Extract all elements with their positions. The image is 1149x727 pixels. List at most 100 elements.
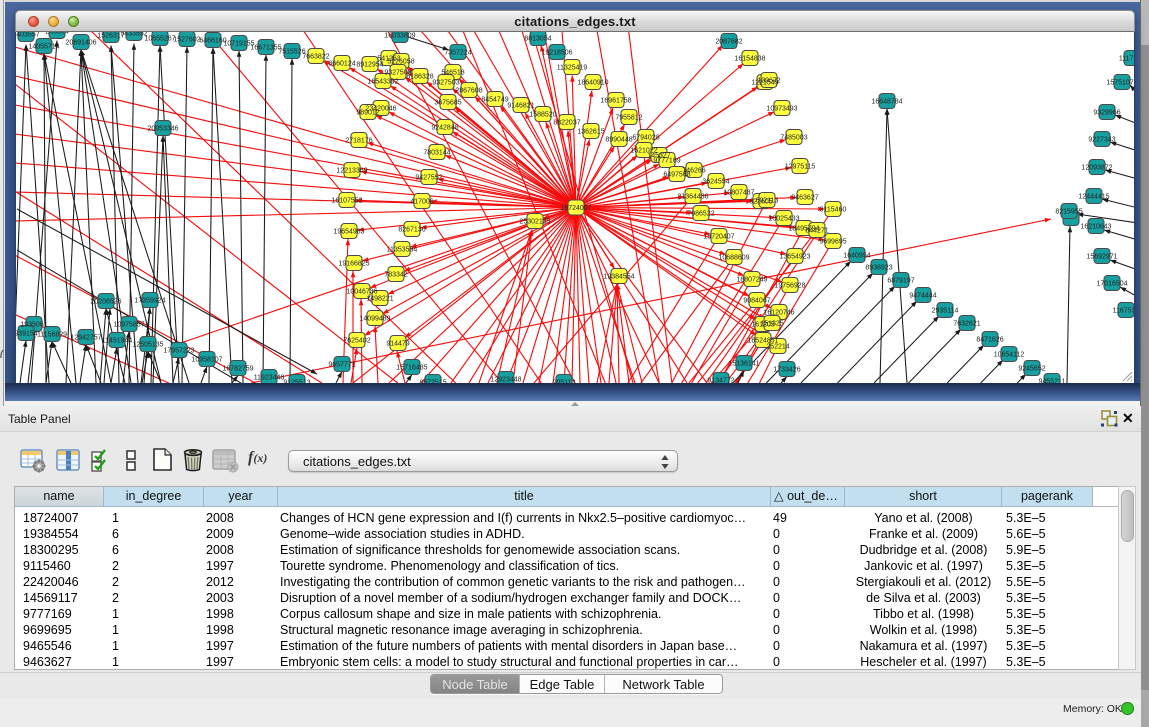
svg-text:10975857: 10975857 (113, 322, 144, 329)
svg-text:10046736: 10046736 (346, 289, 377, 296)
svg-text:8186328: 8186328 (406, 74, 433, 81)
svg-text:2867608: 2867608 (455, 88, 482, 95)
svg-text:8990448: 8990448 (605, 137, 632, 144)
svg-text:151325: 151325 (760, 321, 783, 328)
svg-text:9084067: 9084067 (743, 298, 770, 305)
svg-text:8660124: 8660124 (328, 61, 355, 68)
svg-text:18640910: 18640910 (577, 80, 608, 87)
svg-text:2718176: 2718176 (345, 138, 372, 145)
svg-text:17016504: 17016504 (1096, 281, 1127, 288)
svg-text:9115460: 9115460 (820, 207, 847, 214)
svg-text:1733426: 1733426 (773, 367, 800, 374)
svg-text:8471626: 8471626 (976, 337, 1003, 344)
svg-text:8215955: 8215955 (1055, 209, 1082, 216)
svg-text:8912954: 8912954 (356, 62, 383, 69)
svg-text:8813054: 8813054 (524, 36, 551, 43)
svg-text:19756928: 19756928 (774, 283, 805, 290)
svg-text:7803144: 7803144 (423, 150, 450, 157)
svg-text:20691406: 20691406 (65, 40, 96, 47)
svg-text:17359924: 17359924 (134, 298, 165, 305)
svg-text:16107552: 16107552 (331, 198, 362, 205)
svg-text:7955812: 7955812 (615, 115, 642, 122)
svg-text:6794028: 6794028 (632, 135, 659, 142)
svg-text:9227343: 9227343 (1088, 137, 1115, 144)
svg-text:8322037: 8322037 (553, 120, 580, 127)
svg-text:19384554: 19384554 (603, 274, 634, 281)
svg-text:139672: 139672 (757, 78, 780, 85)
svg-text:252214: 252214 (766, 344, 789, 351)
svg-text:2935114: 2935114 (932, 308, 959, 315)
svg-text:12444415: 12444415 (1078, 194, 1109, 201)
svg-text:9242848: 9242848 (431, 125, 458, 132)
svg-text:9657771: 9657771 (328, 362, 355, 369)
svg-text:12505135: 12505135 (132, 342, 163, 349)
svg-text:19654983: 19654983 (333, 229, 364, 236)
svg-text:844271: 844271 (805, 228, 828, 235)
svg-text:602113: 602113 (756, 198, 779, 205)
svg-text:10807487: 10807487 (723, 190, 754, 197)
svg-text:16210643: 16210643 (1080, 224, 1111, 231)
svg-text:417006: 417006 (410, 199, 433, 206)
svg-text:9699695: 9699695 (819, 239, 846, 246)
svg-text:9146821: 9146821 (507, 103, 534, 110)
svg-text:18807249: 18807249 (736, 277, 767, 284)
svg-text:6879197: 6879197 (887, 278, 914, 285)
svg-text:1362615: 1362615 (577, 129, 604, 136)
svg-text:9329966: 9329966 (1093, 110, 1120, 117)
svg-text:11923448: 11923448 (254, 375, 285, 382)
svg-text:3675685: 3675685 (434, 100, 461, 107)
svg-text:16782759: 16782759 (222, 366, 253, 373)
svg-text:15751074: 15751074 (1106, 80, 1135, 87)
svg-text:10958107: 10958107 (191, 357, 222, 364)
svg-text:783342: 783342 (384, 272, 407, 279)
svg-text:21364436: 21364436 (677, 194, 708, 201)
svg-text:1117293: 1117293 (1119, 56, 1135, 63)
svg-text:10655267: 10655267 (144, 36, 175, 43)
svg-text:11451944: 11451944 (102, 338, 133, 345)
svg-text:3624554: 3624554 (702, 179, 729, 186)
svg-text:16033809: 16033809 (384, 33, 415, 40)
svg-text:203394: 203394 (45, 32, 68, 36)
svg-text:7625402: 7625402 (343, 338, 370, 345)
svg-text:939154: 939154 (16, 331, 38, 338)
svg-text:914479: 914479 (386, 341, 409, 348)
svg-text:15716485: 15716485 (396, 365, 427, 372)
svg-text:989012: 989012 (356, 110, 379, 117)
svg-text:8454749: 8454749 (481, 97, 508, 104)
svg-text:17957223: 17957223 (163, 348, 194, 355)
svg-text:12093872: 12093872 (1081, 165, 1112, 172)
svg-text:25302135: 25302135 (519, 219, 550, 226)
svg-text:7357224: 7357224 (444, 50, 471, 57)
svg-text:12213369: 12213369 (336, 168, 367, 175)
svg-text:7485003: 7485003 (780, 135, 807, 142)
svg-text:13654923: 13654923 (779, 254, 810, 261)
svg-text:9327503: 9327503 (432, 80, 459, 87)
svg-text:1935061: 1935061 (20, 322, 47, 329)
svg-text:9777169: 9777169 (653, 158, 680, 165)
svg-text:1588520: 1588520 (529, 112, 556, 119)
svg-text:20206526: 20206526 (90, 299, 121, 306)
svg-text:19166825: 19166825 (338, 261, 369, 268)
svg-text:18724007: 18724007 (560, 205, 591, 212)
svg-text:16154838: 16154838 (734, 56, 765, 63)
svg-text:16671355: 16671355 (250, 45, 281, 52)
svg-text:12975115: 12975115 (785, 164, 816, 171)
svg-text:11353594: 11353594 (387, 247, 418, 254)
svg-text:14055714: 14055714 (28, 44, 59, 51)
svg-text:7986522: 7986522 (687, 211, 714, 218)
svg-text:16543392: 16543392 (367, 79, 398, 86)
svg-text:1167534: 1167534 (1113, 308, 1135, 315)
svg-text:9427552: 9427552 (415, 175, 442, 182)
svg-text:12942757: 12942757 (70, 335, 101, 342)
svg-text:10654112: 10654112 (994, 352, 1025, 359)
svg-text:15692971: 15692971 (1086, 254, 1117, 261)
svg-text:8267130: 8267130 (398, 227, 425, 234)
svg-text:2087682: 2087682 (715, 39, 742, 46)
svg-text:10688609: 10688609 (718, 255, 749, 262)
svg-text:16961758: 16961758 (600, 98, 631, 105)
svg-text:1403557: 1403557 (16, 32, 40, 39)
svg-text:9474444: 9474444 (909, 293, 936, 300)
svg-text:19218506: 19218506 (541, 50, 572, 57)
svg-text:1498221: 1498221 (366, 296, 393, 303)
svg-text:9463627: 9463627 (791, 195, 818, 202)
